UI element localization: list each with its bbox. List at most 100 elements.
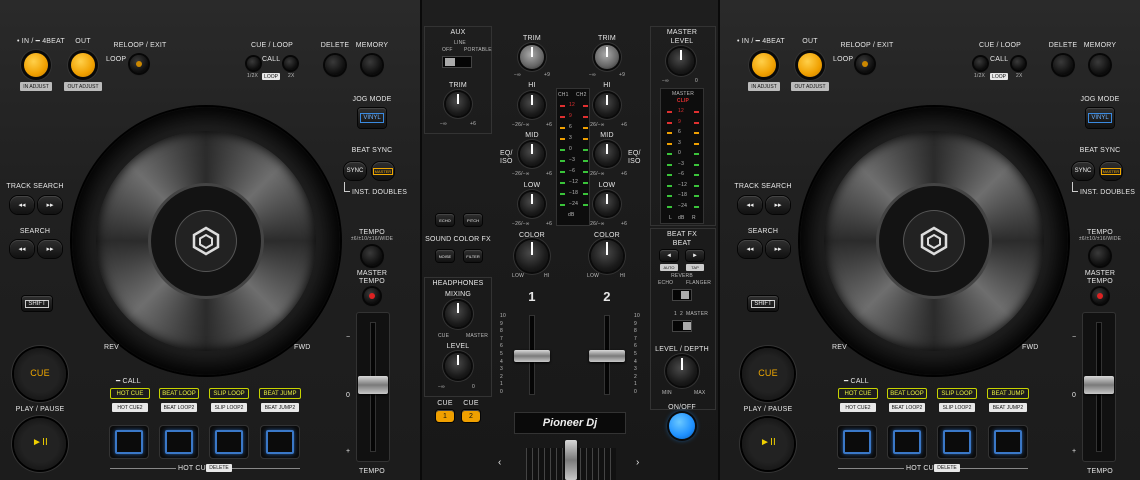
master-tempo-button[interactable]	[364, 288, 380, 304]
reloop-exit-button[interactable]	[856, 55, 874, 73]
search-fwd-button[interactable]: ▸▸	[38, 240, 62, 258]
ch1-low-knob[interactable]	[520, 192, 544, 216]
pad-mode-beat-loop[interactable]: BEAT LOOP	[887, 388, 927, 399]
performance-pad-2[interactable]	[160, 426, 198, 458]
play-pause-button[interactable]: ►II	[742, 418, 794, 470]
ch2-trim-knob[interactable]	[595, 45, 619, 69]
cue-1-button[interactable]: 1	[436, 410, 454, 422]
tempo-range-button[interactable]	[1090, 246, 1110, 266]
performance-pad-3[interactable]	[938, 426, 976, 458]
loop-in-button[interactable]	[24, 53, 48, 77]
loop-out-button[interactable]	[71, 53, 95, 77]
call-prev-button[interactable]	[974, 57, 987, 70]
call-label: CALL	[262, 56, 281, 63]
ch2-low-knob[interactable]	[595, 192, 619, 216]
ch1-volume-fader[interactable]	[514, 350, 550, 362]
performance-pad-2[interactable]	[888, 426, 926, 458]
play-pause-icon: ►II	[759, 437, 777, 448]
ch1-color-knob[interactable]	[516, 240, 548, 272]
echo-button[interactable]: ECHO	[436, 214, 454, 226]
sync-button[interactable]: SYNC	[344, 162, 366, 180]
pad-mode-slip-loop[interactable]: SLIP LOOP	[937, 388, 977, 399]
delete-label: DELETE	[320, 42, 350, 49]
pad-mode-hot-cue[interactable]: HOT CUE	[838, 388, 878, 399]
performance-pad-4[interactable]	[989, 426, 1027, 458]
loop-label: LOOP	[106, 56, 127, 63]
master-tempo-led	[1097, 293, 1103, 299]
sync-button[interactable]: SYNC	[1072, 162, 1094, 180]
filter-button[interactable]: FILTER	[464, 250, 482, 262]
pad-mode-hot-cue[interactable]: HOT CUE	[110, 388, 150, 399]
headphones-mixing-knob[interactable]	[445, 301, 471, 327]
tempo-range-button[interactable]	[362, 246, 382, 266]
pitch-button[interactable]: PITCH	[464, 214, 482, 226]
beat-right-button[interactable]: ►	[686, 250, 704, 261]
performance-pad-3[interactable]	[210, 426, 248, 458]
ch2-mid-knob[interactable]	[595, 142, 619, 166]
master-level-knob[interactable]	[668, 48, 694, 74]
loop-in-button[interactable]	[752, 53, 776, 77]
shift-button[interactable]: SHIFT	[22, 296, 52, 311]
ch2-hi-knob[interactable]	[595, 93, 619, 117]
inst-bracket	[1072, 182, 1078, 192]
fader-scale-label: 9	[634, 320, 637, 327]
aux-trim-knob[interactable]	[446, 92, 470, 116]
ch1-hi-knob[interactable]	[520, 93, 544, 117]
pad-mode-beat-jump[interactable]: BEAT JUMP	[259, 388, 301, 399]
search-fwd-button[interactable]: ▸▸	[766, 240, 790, 258]
fx-type-switch[interactable]	[672, 289, 692, 301]
call-next-button[interactable]	[1012, 57, 1025, 70]
fader-scale-label: 7	[634, 335, 637, 342]
master-button[interactable]: MASTER	[372, 162, 394, 180]
master-meter-led	[694, 205, 699, 208]
fx-channel-switch[interactable]	[672, 320, 692, 332]
cue-button[interactable]: CUE	[742, 348, 794, 400]
track-search-fwd-button[interactable]: ▸▸	[766, 196, 790, 214]
delete-button[interactable]	[1053, 55, 1073, 75]
aux-switch[interactable]	[442, 56, 472, 68]
delete-button[interactable]	[325, 55, 345, 75]
tempo-fader-cap[interactable]	[358, 376, 388, 394]
vinyl-button[interactable]: VINYL	[1086, 108, 1114, 128]
beat-left-button[interactable]: ◄	[660, 250, 678, 261]
memory-button[interactable]	[362, 55, 382, 75]
play-pause-button[interactable]: ►II	[14, 418, 66, 470]
meter-led	[583, 116, 588, 118]
track-search-fwd-button[interactable]: ▸▸	[38, 196, 62, 214]
master-button[interactable]: MASTER	[1100, 162, 1122, 180]
master-tempo-button[interactable]	[1092, 288, 1108, 304]
cue-2-button[interactable]: 2	[462, 410, 480, 422]
level-depth-knob[interactable]	[667, 356, 697, 386]
track-search-back-button[interactable]: ◂◂	[10, 196, 34, 214]
shift-button[interactable]: SHIFT	[748, 296, 778, 311]
jog-wheel[interactable]	[800, 107, 1068, 375]
performance-pad-1[interactable]	[838, 426, 876, 458]
call-prev-button[interactable]	[247, 57, 260, 70]
headphones-level-knob[interactable]	[445, 353, 471, 379]
pad-mode-slip-loop[interactable]: SLIP LOOP	[209, 388, 249, 399]
crossfader[interactable]	[565, 440, 577, 480]
jog-wheel[interactable]	[72, 107, 340, 375]
fx-on-off-button[interactable]	[669, 413, 695, 439]
ch2-color-knob[interactable]	[591, 240, 623, 272]
meter-led	[583, 149, 588, 151]
vinyl-button[interactable]: VINYL	[358, 108, 386, 128]
pad-mode-beat-loop[interactable]: BEAT LOOP	[159, 388, 199, 399]
jog-center	[151, 186, 261, 296]
pad-mode-beat-jump[interactable]: BEAT JUMP	[987, 388, 1029, 399]
ch1-mid-knob[interactable]	[520, 142, 544, 166]
noise-button[interactable]: NOISE	[436, 250, 454, 262]
ch1-trim-knob[interactable]	[520, 45, 544, 69]
reloop-exit-button[interactable]	[130, 55, 148, 73]
performance-pad-1[interactable]	[110, 426, 148, 458]
track-search-back-button[interactable]: ◂◂	[738, 196, 762, 214]
call-next-button[interactable]	[284, 57, 297, 70]
memory-button[interactable]	[1090, 55, 1110, 75]
ch2-volume-fader[interactable]	[589, 350, 625, 362]
search-back-button[interactable]: ◂◂	[738, 240, 762, 258]
loop-out-button[interactable]	[798, 53, 822, 77]
cue-button[interactable]: CUE	[14, 348, 66, 400]
search-back-button[interactable]: ◂◂	[10, 240, 34, 258]
tempo-fader-cap[interactable]	[1084, 376, 1114, 394]
performance-pad-4[interactable]	[261, 426, 299, 458]
